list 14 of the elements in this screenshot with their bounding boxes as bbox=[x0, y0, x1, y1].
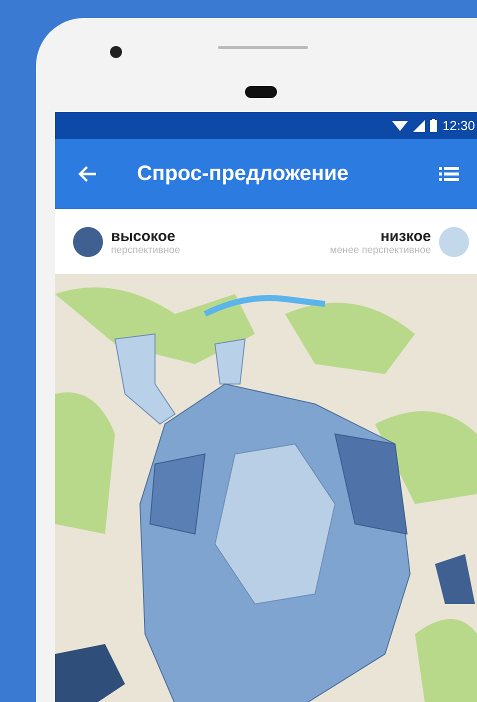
back-arrow-icon[interactable] bbox=[77, 165, 97, 183]
wifi-icon bbox=[392, 120, 408, 132]
list-icon[interactable] bbox=[439, 167, 459, 181]
camera-icon bbox=[110, 46, 122, 58]
speaker-icon bbox=[218, 46, 308, 48]
legend-caption: перспективное bbox=[111, 244, 180, 256]
legend-label: низкое bbox=[380, 228, 431, 244]
earpiece-icon bbox=[245, 86, 277, 98]
app-bar-title: Спрос-предложение bbox=[137, 162, 350, 186]
legend-label: высокое bbox=[111, 228, 176, 244]
status-time: 12:30 bbox=[442, 118, 475, 133]
battery-icon bbox=[430, 119, 438, 132]
signal-icon bbox=[413, 120, 426, 132]
legend-caption: менее перспективное bbox=[330, 244, 431, 256]
